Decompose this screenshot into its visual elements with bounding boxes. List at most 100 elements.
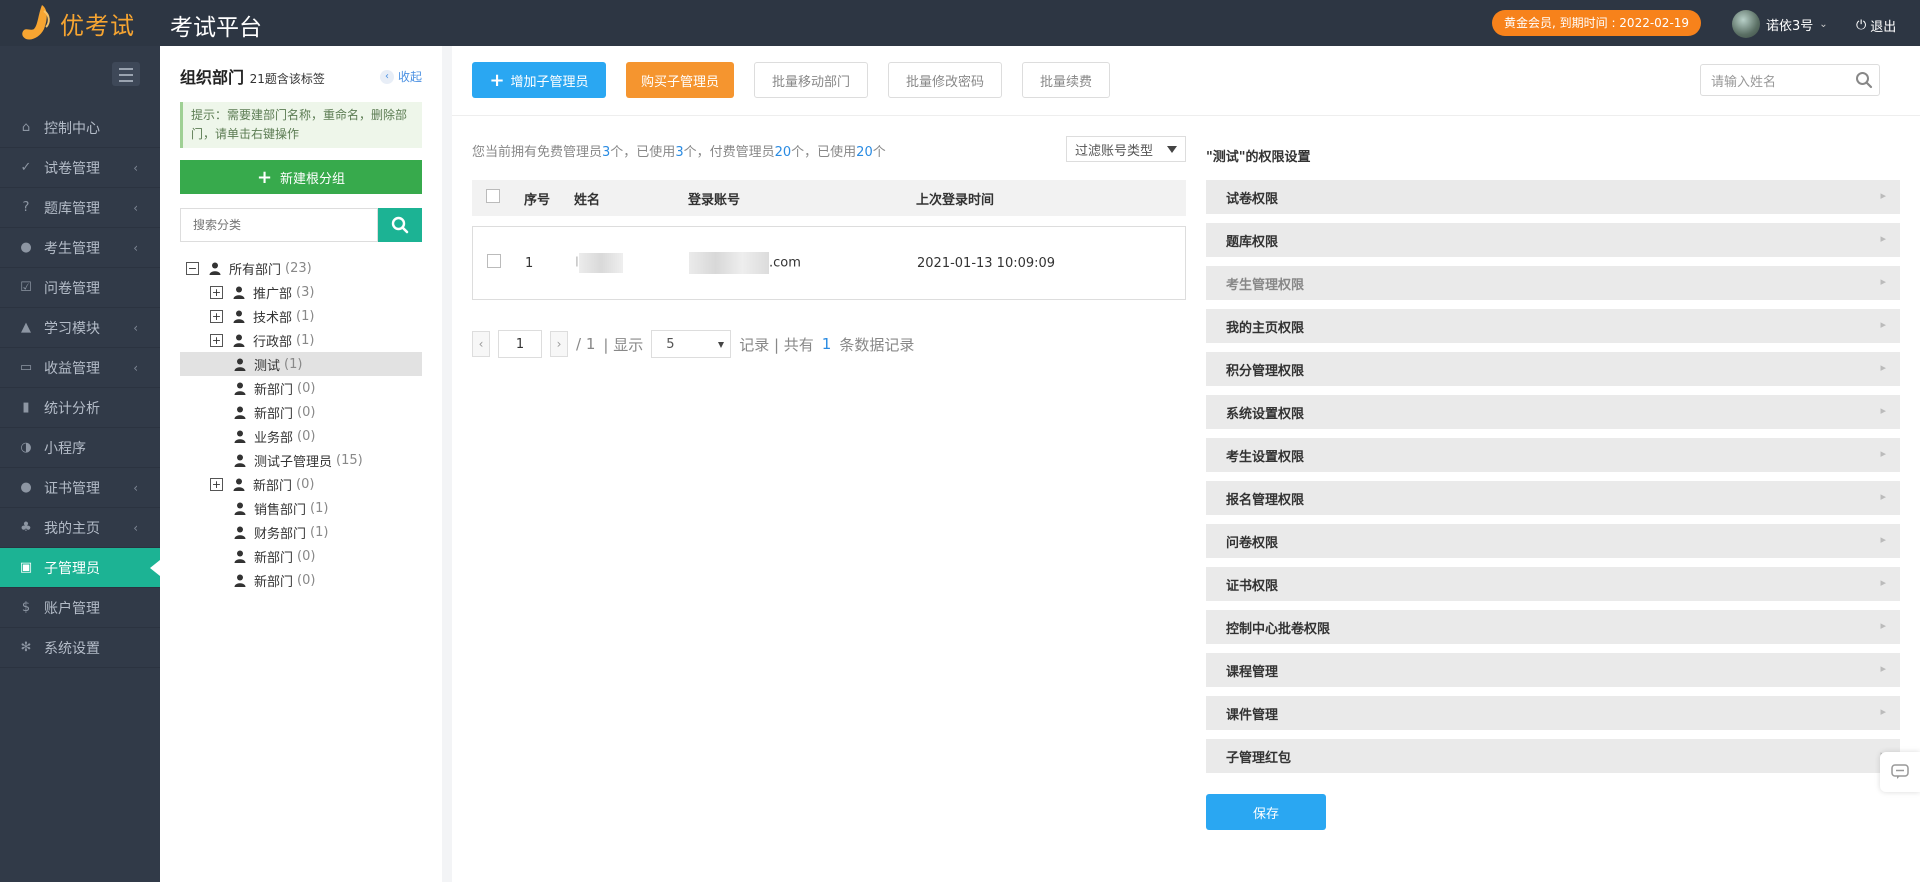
department-tree: − 所有部门 (23) + 推广部 (3) + 技术部 (1) + 行政部 (1) 测试 (1) 新部门 (0… — [180, 256, 422, 592]
chevron-left-icon: ‹ — [380, 69, 394, 84]
menu-toggle-icon[interactable] — [112, 62, 140, 86]
col-header-name: 姓名 — [574, 192, 601, 208]
search-icon — [391, 216, 409, 234]
tree-node[interactable]: 新部门 (0) — [180, 568, 422, 592]
category-search-input[interactable] — [180, 208, 378, 242]
tree-node[interactable]: + 行政部 (1) — [180, 328, 422, 352]
tree-node[interactable]: + 技术部 (1) — [180, 304, 422, 328]
tree-node[interactable]: 测试 (1) — [180, 352, 422, 376]
graduation-cap-icon: ▲ — [21, 320, 31, 335]
batch-change-password-button[interactable]: 批量修改密码 — [888, 62, 1002, 98]
permission-item[interactable]: 报名管理权限 — [1206, 481, 1900, 515]
tree-node[interactable]: 财务部门 (1) — [180, 520, 422, 544]
category-search-button[interactable] — [378, 208, 422, 242]
user-icon: ● — [20, 240, 32, 255]
permission-item[interactable]: 我的主页权限 — [1206, 309, 1900, 343]
new-root-group-button[interactable]: + 新建根分组 — [180, 160, 422, 194]
save-button[interactable]: 保存 — [1206, 794, 1326, 830]
sidebar-item-11[interactable]: ▣ 子管理员 — [0, 548, 160, 588]
collapse-button[interactable]: ‹ 收起 — [380, 68, 422, 85]
chevron-left-icon: ‹ — [133, 320, 138, 335]
sidebar-item-13[interactable]: ✻ 系统设置 — [0, 628, 160, 668]
tree-node[interactable]: − 所有部门 (23) — [180, 256, 422, 280]
sidebar-item-5[interactable]: ▲ 学习模块 ‹ — [0, 308, 160, 348]
sidebar-item-1[interactable]: ✓ 试卷管理 ‹ — [0, 148, 160, 188]
batch-move-dept-button[interactable]: 批量移动部门 — [754, 62, 868, 98]
sidebar-item-12[interactable]: $ 账户管理 — [0, 588, 160, 628]
logout-button[interactable]: ⏻ 退出 — [1856, 16, 1896, 35]
person-icon — [234, 454, 246, 467]
row-checkbox[interactable] — [487, 254, 501, 268]
collapse-icon[interactable]: − — [186, 261, 199, 275]
sidebar-item-6[interactable]: ▭ 收益管理 ‹ — [0, 348, 160, 388]
add-sub-admin-label: 增加子管理员 — [510, 74, 589, 90]
add-sub-admin-button[interactable]: + 增加子管理员 — [472, 62, 606, 98]
tree-node-label: 测试 — [254, 358, 281, 374]
permission-item[interactable]: 控制中心批卷权限 — [1206, 610, 1900, 644]
permission-item[interactable]: 考生管理权限 — [1206, 266, 1900, 300]
chat-float-button[interactable] — [1880, 752, 1920, 792]
permission-item[interactable]: 积分管理权限 — [1206, 352, 1900, 386]
batch-renew-button[interactable]: 批量续费 — [1022, 62, 1110, 98]
tree-node-count: (1) — [296, 332, 315, 348]
permission-item[interactable]: 问卷权限 — [1206, 524, 1900, 558]
user-menu[interactable]: 诺依3号 ⌄ — [1732, 10, 1828, 38]
permission-item[interactable]: 证书权限 — [1206, 567, 1900, 601]
buy-sub-admin-button[interactable]: 购买子管理员 — [626, 62, 734, 98]
username: 诺依3号 — [1766, 18, 1814, 34]
quota-text-3: 个，付费管理员 — [683, 145, 775, 160]
sidebar-item-7[interactable]: ▮ 统计分析 — [0, 388, 160, 428]
tree-node[interactable]: 业务部 (0) — [180, 424, 422, 448]
permission-item[interactable]: 课件管理 — [1206, 696, 1900, 730]
select-all-checkbox[interactable] — [486, 189, 500, 203]
sidebar-item-4[interactable]: ☑ 问卷管理 — [0, 268, 160, 308]
panel-divider[interactable] — [442, 46, 452, 882]
tree-node[interactable]: + 新部门 (0) — [180, 472, 422, 496]
page-input[interactable]: 1 — [498, 330, 542, 358]
tree-node[interactable]: 新部门 (0) — [180, 544, 422, 568]
permission-item[interactable]: 系统设置权限 — [1206, 395, 1900, 429]
collapse-label: 收起 — [398, 70, 423, 84]
tree-node[interactable]: + 推广部 (3) — [180, 280, 422, 304]
tree-node-count: (15) — [336, 452, 363, 468]
permission-item[interactable]: 考生设置权限 — [1206, 438, 1900, 472]
name-search-input[interactable]: 请输入姓名 — [1700, 64, 1880, 96]
tree-node[interactable]: 新部门 (0) — [180, 376, 422, 400]
expand-icon[interactable]: + — [210, 309, 223, 323]
expand-icon[interactable]: + — [210, 477, 223, 491]
sidebar-item-2[interactable]: ? 题库管理 ‹ — [0, 188, 160, 228]
prev-page-button[interactable]: ‹ — [472, 331, 490, 357]
permission-item[interactable]: 子管理红包 — [1206, 739, 1900, 773]
sidebar-item-0[interactable]: ⌂ 控制中心 — [0, 108, 160, 148]
col-header-no: 序号 — [524, 192, 551, 208]
logo-icon — [22, 5, 50, 40]
permission-item[interactable]: 题库权限 — [1206, 223, 1900, 257]
sidebar-item-3[interactable]: ● 考生管理 ‹ — [0, 228, 160, 268]
account-type-filter[interactable]: 过滤账号类型 — [1066, 136, 1186, 162]
tree-node[interactable]: 测试子管理员 (15) — [180, 448, 422, 472]
table-row[interactable]: 1 I .com 2021-01-13 10:09:09 — [472, 226, 1186, 300]
tree-node[interactable]: 新部门 (0) — [180, 400, 422, 424]
pagination: ‹ 1 › / 1 | 显示 5 记录 | 共有 1 条数据记录 — [472, 330, 914, 358]
sidebar-nav: ⌂ 控制中心 ✓ 试卷管理 ‹? 题库管理 ‹ ● 考生管理 ‹ ☑ 问卷管理 ▲ 学习模块 ‹ ▭ 收益管理 ‹… — [0, 108, 160, 668]
permission-list: 试卷权限题库权限考生管理权限我的主页权限积分管理权限系统设置权限考生设置权限报名… — [1206, 180, 1900, 782]
permission-item[interactable]: 试卷权限 — [1206, 180, 1900, 214]
page-size-select[interactable]: 5 — [651, 330, 732, 358]
sidebar-item-8[interactable]: ◑ 小程序 — [0, 428, 160, 468]
expand-icon[interactable]: + — [210, 333, 223, 347]
logo[interactable]: 优考试 — [18, 0, 135, 46]
permission-item[interactable]: 课程管理 — [1206, 653, 1900, 687]
tree-node-count: (3) — [296, 284, 315, 300]
sidebar-item-9[interactable]: ● 证书管理 ‹ — [0, 468, 160, 508]
membership-badge[interactable]: 黄金会员, 到期时间 : 2022-02-19 — [1492, 10, 1702, 36]
next-page-button[interactable]: › — [550, 331, 568, 357]
sidebar-item-label: 控制中心 — [44, 120, 100, 137]
chevron-left-icon: ‹ — [133, 240, 138, 255]
sidebar-item-label: 试卷管理 — [44, 160, 100, 177]
sidebar-item-10[interactable]: ♣ 我的主页 ‹ — [0, 508, 160, 548]
sidebar-item-label: 系统设置 — [44, 640, 100, 657]
expand-icon[interactable]: + — [210, 285, 223, 299]
search-icon[interactable] — [1855, 71, 1873, 89]
new-root-group-label: 新建根分组 — [280, 171, 346, 187]
tree-node[interactable]: 销售部门 (1) — [180, 496, 422, 520]
